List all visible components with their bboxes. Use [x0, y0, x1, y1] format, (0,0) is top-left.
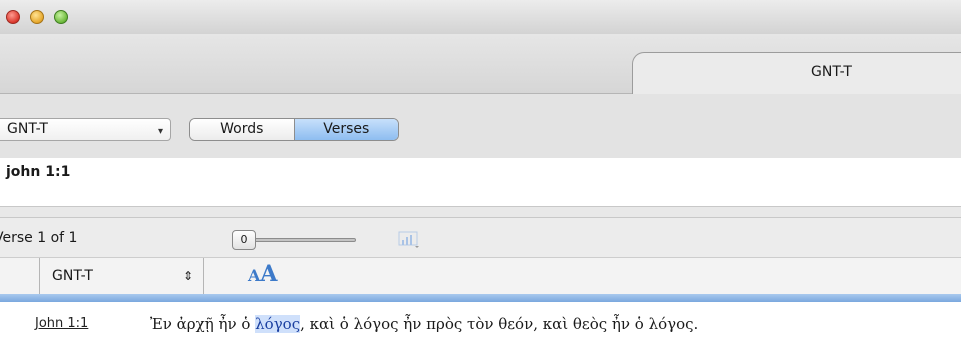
version-popup[interactable]: GNT-T ▾ — [0, 118, 171, 141]
verse-content: John 1:1 Ἐν ἀρχῇ ἦν ὁ λόγος, καὶ ὁ λόγος… — [0, 302, 961, 343]
reference-input[interactable]: john 1:1 — [6, 164, 70, 180]
words-segment[interactable]: Words — [190, 119, 295, 140]
verse-text: Ἐν ἀρχῇ ἦν ὁ λόγος, καὶ ὁ λόγος ἦν πρὸς … — [150, 315, 698, 333]
title-bar — [0, 0, 961, 34]
up-down-arrows-icon: ⇕ — [182, 269, 193, 283]
verse-slider-knob[interactable]: 0 — [232, 230, 256, 250]
panel-version-label: GNT-T — [52, 268, 93, 284]
tab-gnt-t[interactable]: GNT-T — [632, 52, 961, 95]
verse-text-after: , καὶ ὁ λόγος ἦν πρὸς τὸν θεόν, καὶ θεὸς… — [300, 315, 699, 333]
minimize-window-button[interactable] — [30, 10, 44, 24]
font-size-control[interactable]: AA — [248, 261, 278, 287]
chevron-down-icon: ▾ — [157, 126, 163, 137]
highlighted-word[interactable]: λόγος — [255, 315, 301, 333]
verse-count-label: Verse 1 of 1 — [0, 230, 78, 246]
close-window-button[interactable] — [6, 10, 20, 24]
verse-text-before: Ἐν ἀρχῇ ἦν ὁ — [150, 315, 256, 333]
panel-accent-bar — [0, 294, 961, 302]
verse-navigation-row: Verse 1 of 1 0 — [0, 218, 961, 258]
zoom-window-button[interactable] — [54, 10, 68, 24]
verses-segment[interactable]: Verses — [294, 119, 398, 140]
reference-field[interactable]: john 1:1 — [0, 158, 961, 206]
panel-header-spacer — [0, 258, 40, 294]
tab-label: GNT-T — [811, 64, 852, 80]
toolbar: GNT-T ▾ Words Verses — [0, 94, 961, 158]
panel-version-select[interactable]: GNT-T ⇕ — [40, 258, 204, 294]
verse-slider-track[interactable] — [248, 238, 356, 242]
bar-chart-icon[interactable] — [398, 231, 422, 249]
verse-reference-link[interactable]: John 1:1 — [35, 316, 88, 331]
divider — [0, 206, 961, 218]
font-larger-icon[interactable]: A — [260, 261, 277, 287]
panel-header-row: GNT-T ⇕ AA — [0, 258, 961, 294]
font-smaller-icon[interactable]: A — [248, 266, 260, 285]
view-mode-segmented-control: Words Verses — [189, 118, 399, 141]
version-popup-label: GNT-T — [7, 121, 48, 137]
tab-strip: GNT-T — [0, 34, 961, 95]
